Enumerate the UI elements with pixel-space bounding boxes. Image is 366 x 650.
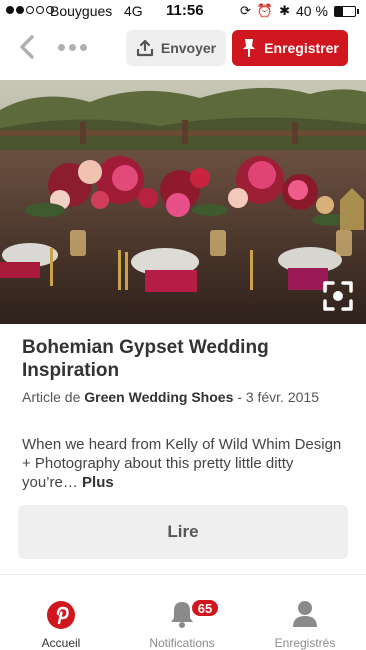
visual-search-icon[interactable] — [322, 280, 354, 312]
tab-home-label: Accueil — [41, 636, 81, 650]
signal-strength-icon — [6, 6, 54, 14]
bluetooth-icon: ✱ — [279, 3, 290, 18]
send-button-label: Envoyer — [160, 40, 217, 56]
network-type: 4G — [124, 3, 143, 19]
more-link[interactable]: Plus — [82, 474, 114, 491]
pushpin-icon — [243, 39, 256, 57]
wedding-table-photo — [0, 80, 366, 324]
pin-attribution: Article de Green Wedding Shoes - 3 févr.… — [22, 389, 319, 405]
battery-icon — [334, 6, 356, 17]
tab-bar: Accueil 65 Notifications Enregistrés — [0, 582, 366, 650]
read-button[interactable]: Lire — [18, 505, 348, 559]
back-button[interactable] — [14, 32, 44, 62]
save-button-label: Enregistrer — [264, 40, 339, 56]
carrier-name: Bouygues — [50, 3, 113, 19]
pin-title: Bohemian Gypset Wedding Inspiration — [22, 337, 269, 381]
profile-icon — [293, 601, 317, 627]
tab-notifications[interactable]: 65 Notifications — [140, 582, 224, 650]
more-dots-icon — [58, 43, 65, 51]
status-bar: Bouygues 4G 11:56 ⟳ ⏰ ✱ 40 % — [0, 0, 366, 22]
more-options-button[interactable] — [58, 35, 90, 59]
pin-description: When we heard from Kelly of Wild Whim De… — [22, 436, 342, 491]
pin-date: 3 févr. 2015 — [245, 389, 319, 405]
article-prefix: Article de — [22, 389, 85, 405]
status-time: 11:56 — [166, 2, 204, 19]
tab-saved-label: Enregistrés — [274, 636, 336, 650]
chevron-left-icon — [20, 35, 34, 59]
rotation-lock-icon: ⟳ — [240, 3, 251, 18]
alarm-icon: ⏰ — [256, 3, 274, 18]
share-icon — [136, 39, 153, 57]
divider — [0, 574, 366, 575]
battery-percent: 40 % — [296, 3, 328, 19]
tab-saved[interactable]: Enregistrés — [266, 582, 344, 650]
send-button[interactable]: Envoyer — [126, 30, 226, 66]
tab-home[interactable]: Accueil — [20, 582, 102, 650]
source-link[interactable]: Green Wedding Shoes — [84, 389, 233, 405]
pin-image[interactable] — [0, 80, 366, 324]
pin-header: Envoyer Enregistrer — [0, 22, 366, 76]
pinterest-logo-icon — [47, 601, 75, 629]
notification-count-badge: 65 — [190, 598, 220, 618]
tab-notifications-label: Notifications — [149, 636, 215, 650]
save-button[interactable]: Enregistrer — [232, 30, 348, 66]
